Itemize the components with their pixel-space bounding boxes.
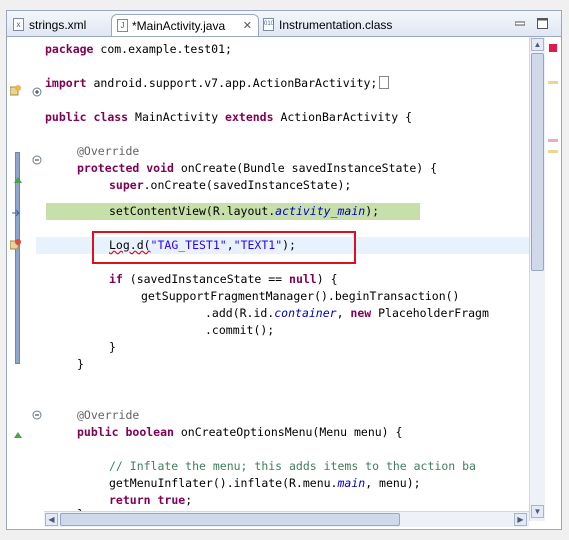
close-tab-icon[interactable]: ✕ xyxy=(243,15,252,37)
vertical-scroll-thumb[interactable] xyxy=(531,53,544,271)
folded-import-box[interactable] xyxy=(379,76,390,89)
code-line: public boolean onCreateOptionsMenu(Menu … xyxy=(77,425,403,439)
change-marker[interactable] xyxy=(548,139,558,142)
scroll-up-icon[interactable]: ▲ xyxy=(531,38,544,51)
change-icon xyxy=(11,204,21,222)
code-line: return true; xyxy=(109,493,193,507)
code-line: .commit(); xyxy=(205,323,275,337)
code-line: // Inflate the menu; this adds items to … xyxy=(109,459,476,473)
code-line: import android.support.v7.app.ActionBarA… xyxy=(45,75,390,92)
scroll-right-icon[interactable]: ▶ xyxy=(514,513,527,526)
tab-main-activity-java[interactable]: J *MainActivity.java ✕ xyxy=(111,14,259,36)
tab-instrumentation-class[interactable]: 010 Instrumentation.class xyxy=(263,14,413,36)
horizontal-scroll-thumb[interactable] xyxy=(60,513,400,526)
override-arrow-icon xyxy=(13,426,23,444)
minimize-icon[interactable] xyxy=(514,16,526,26)
error-icon[interactable] xyxy=(9,237,22,255)
overview-ruler xyxy=(545,37,561,521)
scroll-down-icon[interactable]: ▼ xyxy=(531,505,544,518)
class-file-icon: 010 xyxy=(263,18,274,31)
vertical-scrollbar[interactable]: ▲ ▼ xyxy=(529,37,545,521)
editor-window: x strings.xml J *MainActivity.java ✕ 010… xyxy=(6,10,562,530)
code-line: if (savedInstanceState == null) { xyxy=(109,272,338,286)
java-file-icon: J xyxy=(117,19,128,32)
code-line: getSupportFragmentManager().beginTransac… xyxy=(141,289,460,303)
code-line: } xyxy=(77,357,84,371)
xml-file-icon: x xyxy=(13,18,24,31)
horizontal-scrollbar[interactable]: ◀ ▶ xyxy=(44,511,529,527)
code-line: setContentView(R.layout.activity_main); xyxy=(109,204,380,218)
code-line: getMenuInflater().inflate(R.menu.main, m… xyxy=(109,476,421,490)
scroll-left-icon[interactable]: ◀ xyxy=(45,513,58,526)
code-line: protected void onCreate(Bundle savedInst… xyxy=(77,161,438,175)
maximize-icon[interactable] xyxy=(537,16,548,29)
override-arrow-icon xyxy=(13,171,23,189)
highlight-box xyxy=(92,231,356,264)
code-line: } xyxy=(109,340,116,354)
editor-tab-bar: x strings.xml J *MainActivity.java ✕ 010… xyxy=(7,11,561,37)
code-editor[interactable]: package com.example.test01; import andro… xyxy=(36,37,529,511)
code-line: @Override xyxy=(77,408,140,422)
code-line: super.onCreate(savedInstanceState); xyxy=(109,178,352,192)
error-marker[interactable] xyxy=(549,44,557,52)
tab-strings-xml[interactable]: x strings.xml xyxy=(13,14,113,36)
warning-marker[interactable] xyxy=(548,150,558,153)
code-line: @Override xyxy=(77,144,140,158)
code-line: package com.example.test01; xyxy=(45,42,232,56)
code-line: public class MainActivity extends Action… xyxy=(45,110,412,124)
left-ruler xyxy=(7,37,42,517)
warning-icon[interactable] xyxy=(9,83,22,101)
warning-marker[interactable] xyxy=(548,81,558,84)
code-line: .add(R.id.container, new PlaceholderFrag… xyxy=(205,306,489,320)
